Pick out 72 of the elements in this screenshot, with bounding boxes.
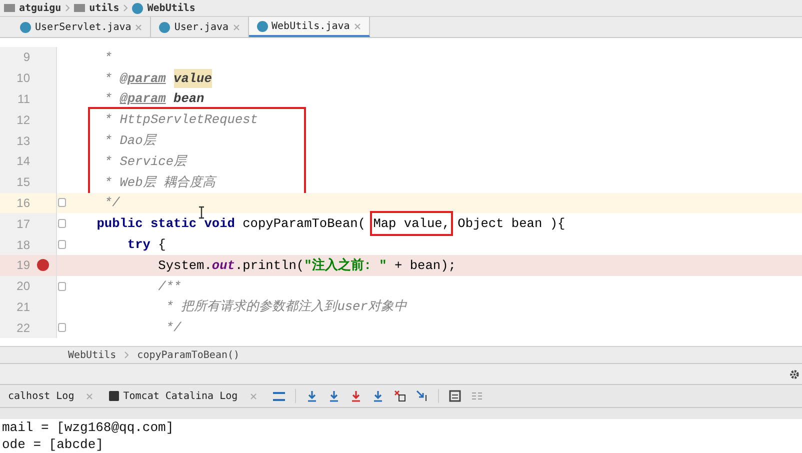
line-number: 11	[16, 90, 30, 108]
log-tab[interactable]: calhost Log	[0, 385, 102, 407]
fold-icon[interactable]	[58, 282, 66, 291]
code-line: */	[164, 319, 182, 338]
line-number: 9	[22, 49, 30, 66]
code-line: * Dao层	[103, 132, 156, 150]
class-icon	[132, 2, 144, 14]
list-icon[interactable]	[470, 390, 483, 402]
file-tab[interactable]: UserServlet.java	[12, 17, 152, 37]
line-number: 12	[16, 112, 30, 129]
line-number: 21	[16, 298, 30, 316]
step-icon[interactable]	[306, 390, 318, 402]
folder-icon	[74, 4, 86, 12]
code-line: /**	[157, 278, 182, 296]
fold-icon[interactable]	[58, 323, 66, 332]
code-line: * @param value	[103, 68, 212, 89]
line-number: 14	[16, 153, 30, 170]
line-number: 20	[16, 278, 30, 296]
cursor-step-icon[interactable]	[416, 390, 428, 402]
code-line: * 把所有请求的参数都注入到user对象中	[164, 298, 407, 316]
code-line: * Web层 耦合度高	[103, 174, 216, 192]
line-number: 16	[16, 194, 30, 212]
path-item[interactable]: WebUtils	[68, 348, 116, 362]
fold-icon[interactable]	[58, 219, 66, 228]
line-number: 13	[16, 132, 30, 150]
breadcrumb-item[interactable]: atguigu	[19, 0, 62, 16]
path-item[interactable]: copyParamToBean()	[137, 348, 240, 362]
breadcrumb-item[interactable]: WebUtils	[147, 0, 196, 16]
chevron-icon	[124, 351, 130, 359]
drop-frame-icon[interactable]	[394, 390, 406, 402]
step-icon[interactable]	[328, 390, 340, 402]
line-number: 22	[16, 320, 30, 337]
settings-icon[interactable]	[789, 368, 800, 380]
file-tab[interactable]: WebUtils.java	[248, 17, 370, 37]
code-line: */	[103, 194, 120, 212]
line-number: 15	[16, 174, 30, 192]
breakpoint-icon[interactable]	[37, 259, 49, 272]
text-cursor-icon	[198, 206, 205, 219]
class-icon	[159, 22, 170, 32]
chevron-icon	[123, 4, 128, 12]
line-number: 10	[16, 70, 30, 88]
class-icon	[256, 20, 268, 32]
code-line: * @param bean	[103, 90, 204, 108]
close-icon[interactable]	[232, 24, 240, 30]
chevron-icon	[65, 4, 70, 12]
code-line: try {	[126, 236, 166, 254]
folder-icon	[4, 4, 15, 12]
code-line: *	[103, 48, 112, 67]
close-icon[interactable]	[250, 392, 257, 400]
file-tab[interactable]: User.java	[151, 17, 249, 37]
fold-icon[interactable]	[58, 240, 66, 250]
step-icon[interactable]	[350, 390, 362, 402]
close-icon[interactable]	[135, 24, 142, 30]
code-line: System.out.println("注入之前: " + bean);	[157, 256, 456, 275]
line-number: 18	[16, 236, 30, 254]
menu-icon[interactable]	[272, 392, 285, 400]
close-icon[interactable]	[354, 22, 361, 30]
calculator-icon[interactable]	[448, 390, 461, 402]
log-tab[interactable]: Tomcat Catalina Log	[101, 385, 265, 407]
class-icon	[20, 22, 31, 32]
close-icon[interactable]	[86, 392, 94, 400]
code-line: public static void copyParamToBean( Map value, Object bean ){	[66, 213, 566, 234]
console-line: mail = [wzg168@qq.com]	[1, 419, 174, 436]
console-line: ode = [abcde]	[1, 436, 104, 453]
line-number: 17	[16, 216, 30, 233]
step-icon[interactable]	[372, 390, 384, 402]
code-line: * HttpServletRequest	[103, 111, 258, 130]
line-number: 19	[16, 257, 30, 274]
code-line: * Service层	[103, 152, 187, 171]
console-icon	[109, 391, 120, 401]
fold-icon[interactable]	[58, 198, 66, 208]
breadcrumb-item[interactable]: utils	[89, 0, 120, 16]
